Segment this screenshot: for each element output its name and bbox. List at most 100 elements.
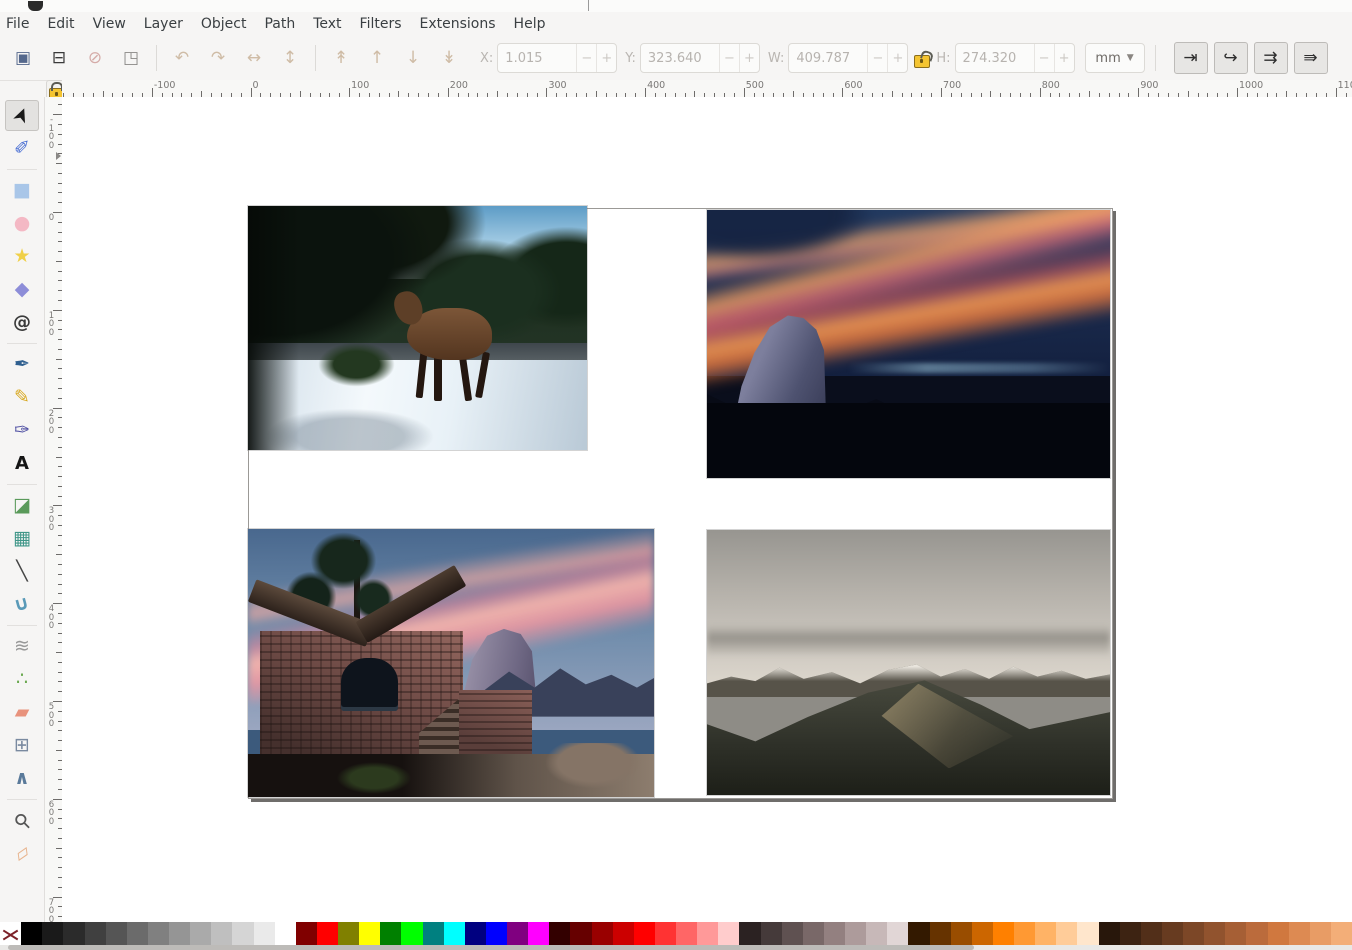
move-gradients-toggle[interactable]: ⇉ [1254,42,1288,74]
spray-tool[interactable]: ∴ [5,664,39,695]
color-swatch[interactable] [1035,922,1056,945]
color-swatch[interactable] [1099,922,1120,945]
color-swatch[interactable] [148,922,169,945]
scale-stroke-toggle[interactable]: ⇥ [1174,42,1208,74]
color-swatch[interactable] [1225,922,1246,945]
color-swatch[interactable] [824,922,845,945]
color-swatch[interactable] [1331,922,1352,945]
h-field[interactable]: 274.320 − + [955,43,1075,73]
ellipse-tool[interactable]: ● [5,208,39,239]
menu-extensions[interactable]: Extensions [411,14,505,34]
vertical-ruler[interactable]: - 1 0 001 0 02 0 03 0 04 0 05 0 06 0 07 … [45,97,63,922]
h-field-value[interactable]: 274.320 [956,44,1034,72]
color-swatch[interactable] [634,922,655,945]
color-swatch[interactable] [1120,922,1141,945]
color-swatch[interactable] [380,922,401,945]
raise-to-top-button[interactable]: ↟ [328,45,354,71]
selector-tool[interactable]: ➤ [5,100,39,131]
zoom-tool[interactable]: ⚲ [5,805,39,836]
x-field[interactable]: 1.015 − + [497,43,617,73]
color-swatch[interactable] [106,922,127,945]
color-swatch[interactable] [803,922,824,945]
color-swatch[interactable] [423,922,444,945]
menu-object[interactable]: Object [192,14,256,34]
color-swatch[interactable] [866,922,887,945]
menu-path[interactable]: Path [255,14,304,34]
menu-view[interactable]: View [84,14,135,34]
color-swatch[interactable] [1310,922,1331,945]
menu-filters[interactable]: Filters [351,14,411,34]
h-decrement-button[interactable]: − [1034,44,1054,72]
color-swatch[interactable] [761,922,782,945]
color-swatch[interactable] [1014,922,1035,945]
color-swatch[interactable] [169,922,190,945]
rectangle-tool[interactable]: ■ [5,175,39,206]
selection-bbox-button[interactable]: ◳ [118,45,144,71]
deselect-button[interactable]: ⊘ [82,45,108,71]
eraser-tool[interactable]: ▰ [5,697,39,728]
measure-tool[interactable]: ∧ [5,763,39,794]
color-swatch[interactable] [127,922,148,945]
ruler-tool[interactable]: ▱ [5,838,39,869]
color-swatch[interactable] [1268,922,1289,945]
color-swatch[interactable] [676,922,697,945]
lower-button[interactable]: ↓ [400,45,426,71]
menu-layer[interactable]: Layer [135,14,192,34]
color-swatch[interactable] [317,922,338,945]
units-dropdown[interactable]: mm ▼ [1085,43,1145,73]
color-swatch[interactable] [570,922,591,945]
lock-ratio-button[interactable] [914,48,930,68]
menu-text[interactable]: Text [304,14,350,34]
color-swatch[interactable] [1162,922,1183,945]
menu-file[interactable]: File [0,14,38,34]
color-swatch[interactable] [486,922,507,945]
box3d-tool[interactable]: ◆ [5,274,39,305]
color-swatch[interactable] [42,922,63,945]
canvas[interactable] [62,97,1352,922]
color-swatch[interactable] [254,922,275,945]
calligraphy-tool[interactable]: ✑ [5,415,39,446]
color-swatch[interactable] [739,922,760,945]
move-patterns-toggle[interactable]: ⇛ [1294,42,1328,74]
color-swatch[interactable] [887,922,908,945]
color-swatch[interactable] [1289,922,1310,945]
h-increment-button[interactable]: + [1054,44,1074,72]
w-decrement-button[interactable]: − [867,44,887,72]
select-all-layers-button[interactable]: ⊟ [46,45,72,71]
color-swatch[interactable] [401,922,422,945]
x-field-value[interactable]: 1.015 [498,44,576,72]
select-all-button[interactable]: ▣ [10,45,36,71]
w-increment-button[interactable]: + [887,44,907,72]
color-swatch[interactable] [972,922,993,945]
swatch-none[interactable] [0,922,21,945]
connector-tool[interactable]: ⊞ [5,730,39,761]
color-swatch[interactable] [190,922,211,945]
color-swatch[interactable] [655,922,676,945]
color-swatch[interactable] [444,922,465,945]
color-swatch[interactable] [1183,922,1204,945]
color-swatch[interactable] [1246,922,1267,945]
scale-corners-toggle[interactable]: ↪ [1214,42,1248,74]
horizontal-ruler[interactable]: -100010020030040050060070080090010001100 [62,80,1352,98]
menu-edit[interactable]: Edit [38,14,83,34]
color-swatch[interactable] [592,922,613,945]
color-swatch[interactable] [275,922,296,945]
color-swatch[interactable] [63,922,84,945]
x-increment-button[interactable]: + [596,44,616,72]
photo-elk[interactable] [248,206,587,450]
color-swatch[interactable] [232,922,253,945]
x-decrement-button[interactable]: − [576,44,596,72]
menu-help[interactable]: Help [505,14,555,34]
color-swatch[interactable] [85,922,106,945]
rotate-cw-button[interactable]: ↷ [205,45,231,71]
spiral-tool[interactable]: @ [5,307,39,338]
color-swatch[interactable] [338,922,359,945]
color-swatch[interactable] [718,922,739,945]
color-swatch[interactable] [908,922,929,945]
bucket-tool[interactable]: ∪ [5,589,39,620]
photo-mountains[interactable] [707,530,1110,795]
color-swatch[interactable] [465,922,486,945]
color-swatch[interactable] [1056,922,1077,945]
scrollbar-thumb[interactable] [8,945,974,950]
rotate-ccw-button[interactable]: ↶ [169,45,195,71]
